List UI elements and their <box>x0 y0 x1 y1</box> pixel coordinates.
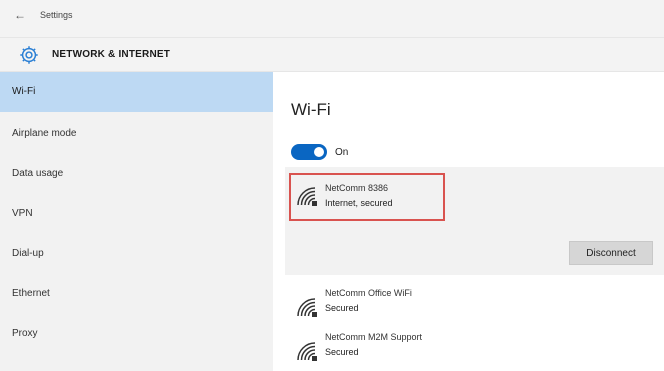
window-title: Settings <box>40 10 73 20</box>
section-title: Wi-Fi <box>291 100 331 119</box>
wifi-signal-icon <box>297 298 317 317</box>
network-item[interactable]: NetComm Office WiFi Secured <box>285 284 664 324</box>
wifi-signal-icon <box>297 187 317 206</box>
sidebar-item-airplane-mode[interactable]: Airplane mode <box>0 114 273 154</box>
page-header: NETWORK & INTERNET <box>0 38 664 72</box>
sidebar-item-data-usage[interactable]: Data usage <box>0 154 273 194</box>
network-item[interactable]: NetComm M2M Support Secured <box>285 328 664 368</box>
main-content: Wi-Fi On NetComm 8386 Internet, secured … <box>273 72 664 371</box>
sidebar-item-dial-up[interactable]: Dial-up <box>0 234 273 274</box>
gear-icon <box>20 46 38 64</box>
sidebar-item-vpn[interactable]: VPN <box>0 194 273 234</box>
network-item-connected[interactable]: NetComm 8386 Internet, secured Disconnec… <box>285 167 664 275</box>
sidebar-item-wifi[interactable]: Wi-Fi <box>0 72 273 112</box>
page-title: NETWORK & INTERNET <box>52 49 171 60</box>
wifi-signal-icon <box>297 342 317 361</box>
toggle-knob <box>314 147 324 157</box>
sidebar: Wi-Fi Airplane mode Data usage VPN Dial-… <box>0 72 273 371</box>
network-name: NetComm M2M Support <box>325 332 423 342</box>
network-status: Secured <box>325 347 359 357</box>
network-name: NetComm 8386 <box>325 183 389 193</box>
sidebar-item-proxy[interactable]: Proxy <box>0 314 273 354</box>
sidebar-item-ethernet[interactable]: Ethernet <box>0 274 273 314</box>
wifi-toggle[interactable] <box>291 144 327 160</box>
title-bar: ← Settings <box>0 0 664 38</box>
network-status: Secured <box>325 303 359 313</box>
toggle-label: On <box>335 147 349 158</box>
network-name: NetComm Office WiFi <box>325 288 412 298</box>
disconnect-button[interactable]: Disconnect <box>569 241 653 265</box>
network-status: Internet, secured <box>325 198 393 208</box>
back-button[interactable]: ← <box>14 8 26 22</box>
